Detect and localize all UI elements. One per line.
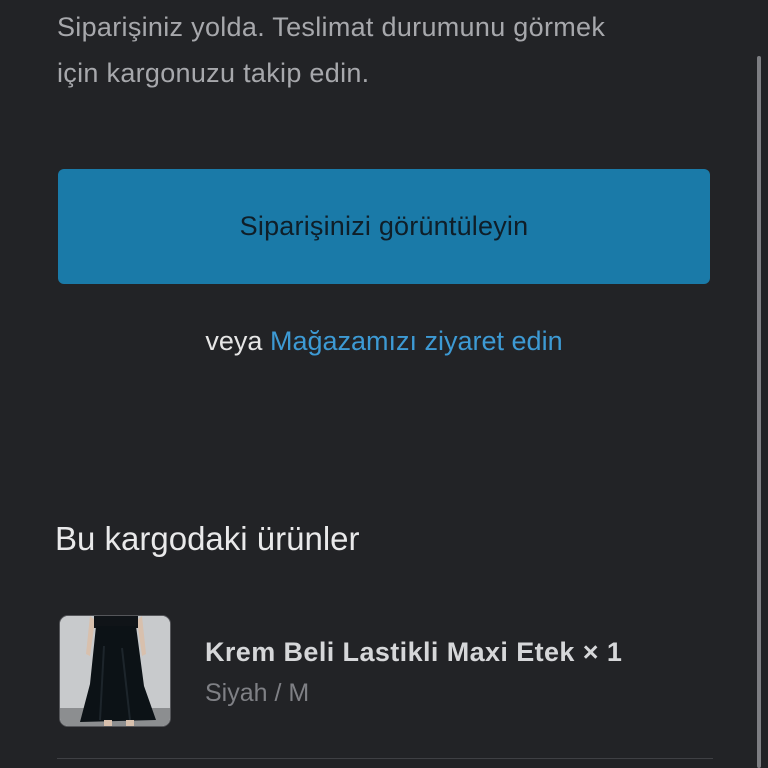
product-thumbnail	[59, 615, 171, 727]
product-list-item: Krem Beli Lastikli Maxi Etek × 1 Siyah /…	[59, 615, 699, 729]
divider	[57, 758, 713, 759]
product-name: Krem Beli Lastikli Maxi Etek × 1	[205, 637, 623, 667]
or-text: veya	[205, 326, 263, 356]
visit-store-link[interactable]: Mağazamızı ziyaret edin	[270, 326, 563, 356]
items-section-title: Bu kargodaki ürünler	[55, 520, 360, 557]
shipping-intro-text: Siparişiniz yolda. Teslimat durumunu gör…	[57, 4, 697, 96]
view-order-button-label: Siparişinizi görüntüleyin	[239, 211, 529, 241]
visit-store-line: veya Mağazamızı ziyaret edin	[0, 320, 768, 362]
intro-line-1: Siparişiniz yolda. Teslimat durumunu gör…	[57, 12, 606, 42]
scrollbar[interactable]	[757, 56, 761, 768]
intro-line-2: için kargonuzu takip edin.	[57, 58, 370, 88]
skirt-photo-icon	[60, 616, 170, 726]
product-variant: Siyah / M	[205, 679, 310, 707]
view-order-button[interactable]: Siparişinizi görüntüleyin	[58, 169, 710, 284]
